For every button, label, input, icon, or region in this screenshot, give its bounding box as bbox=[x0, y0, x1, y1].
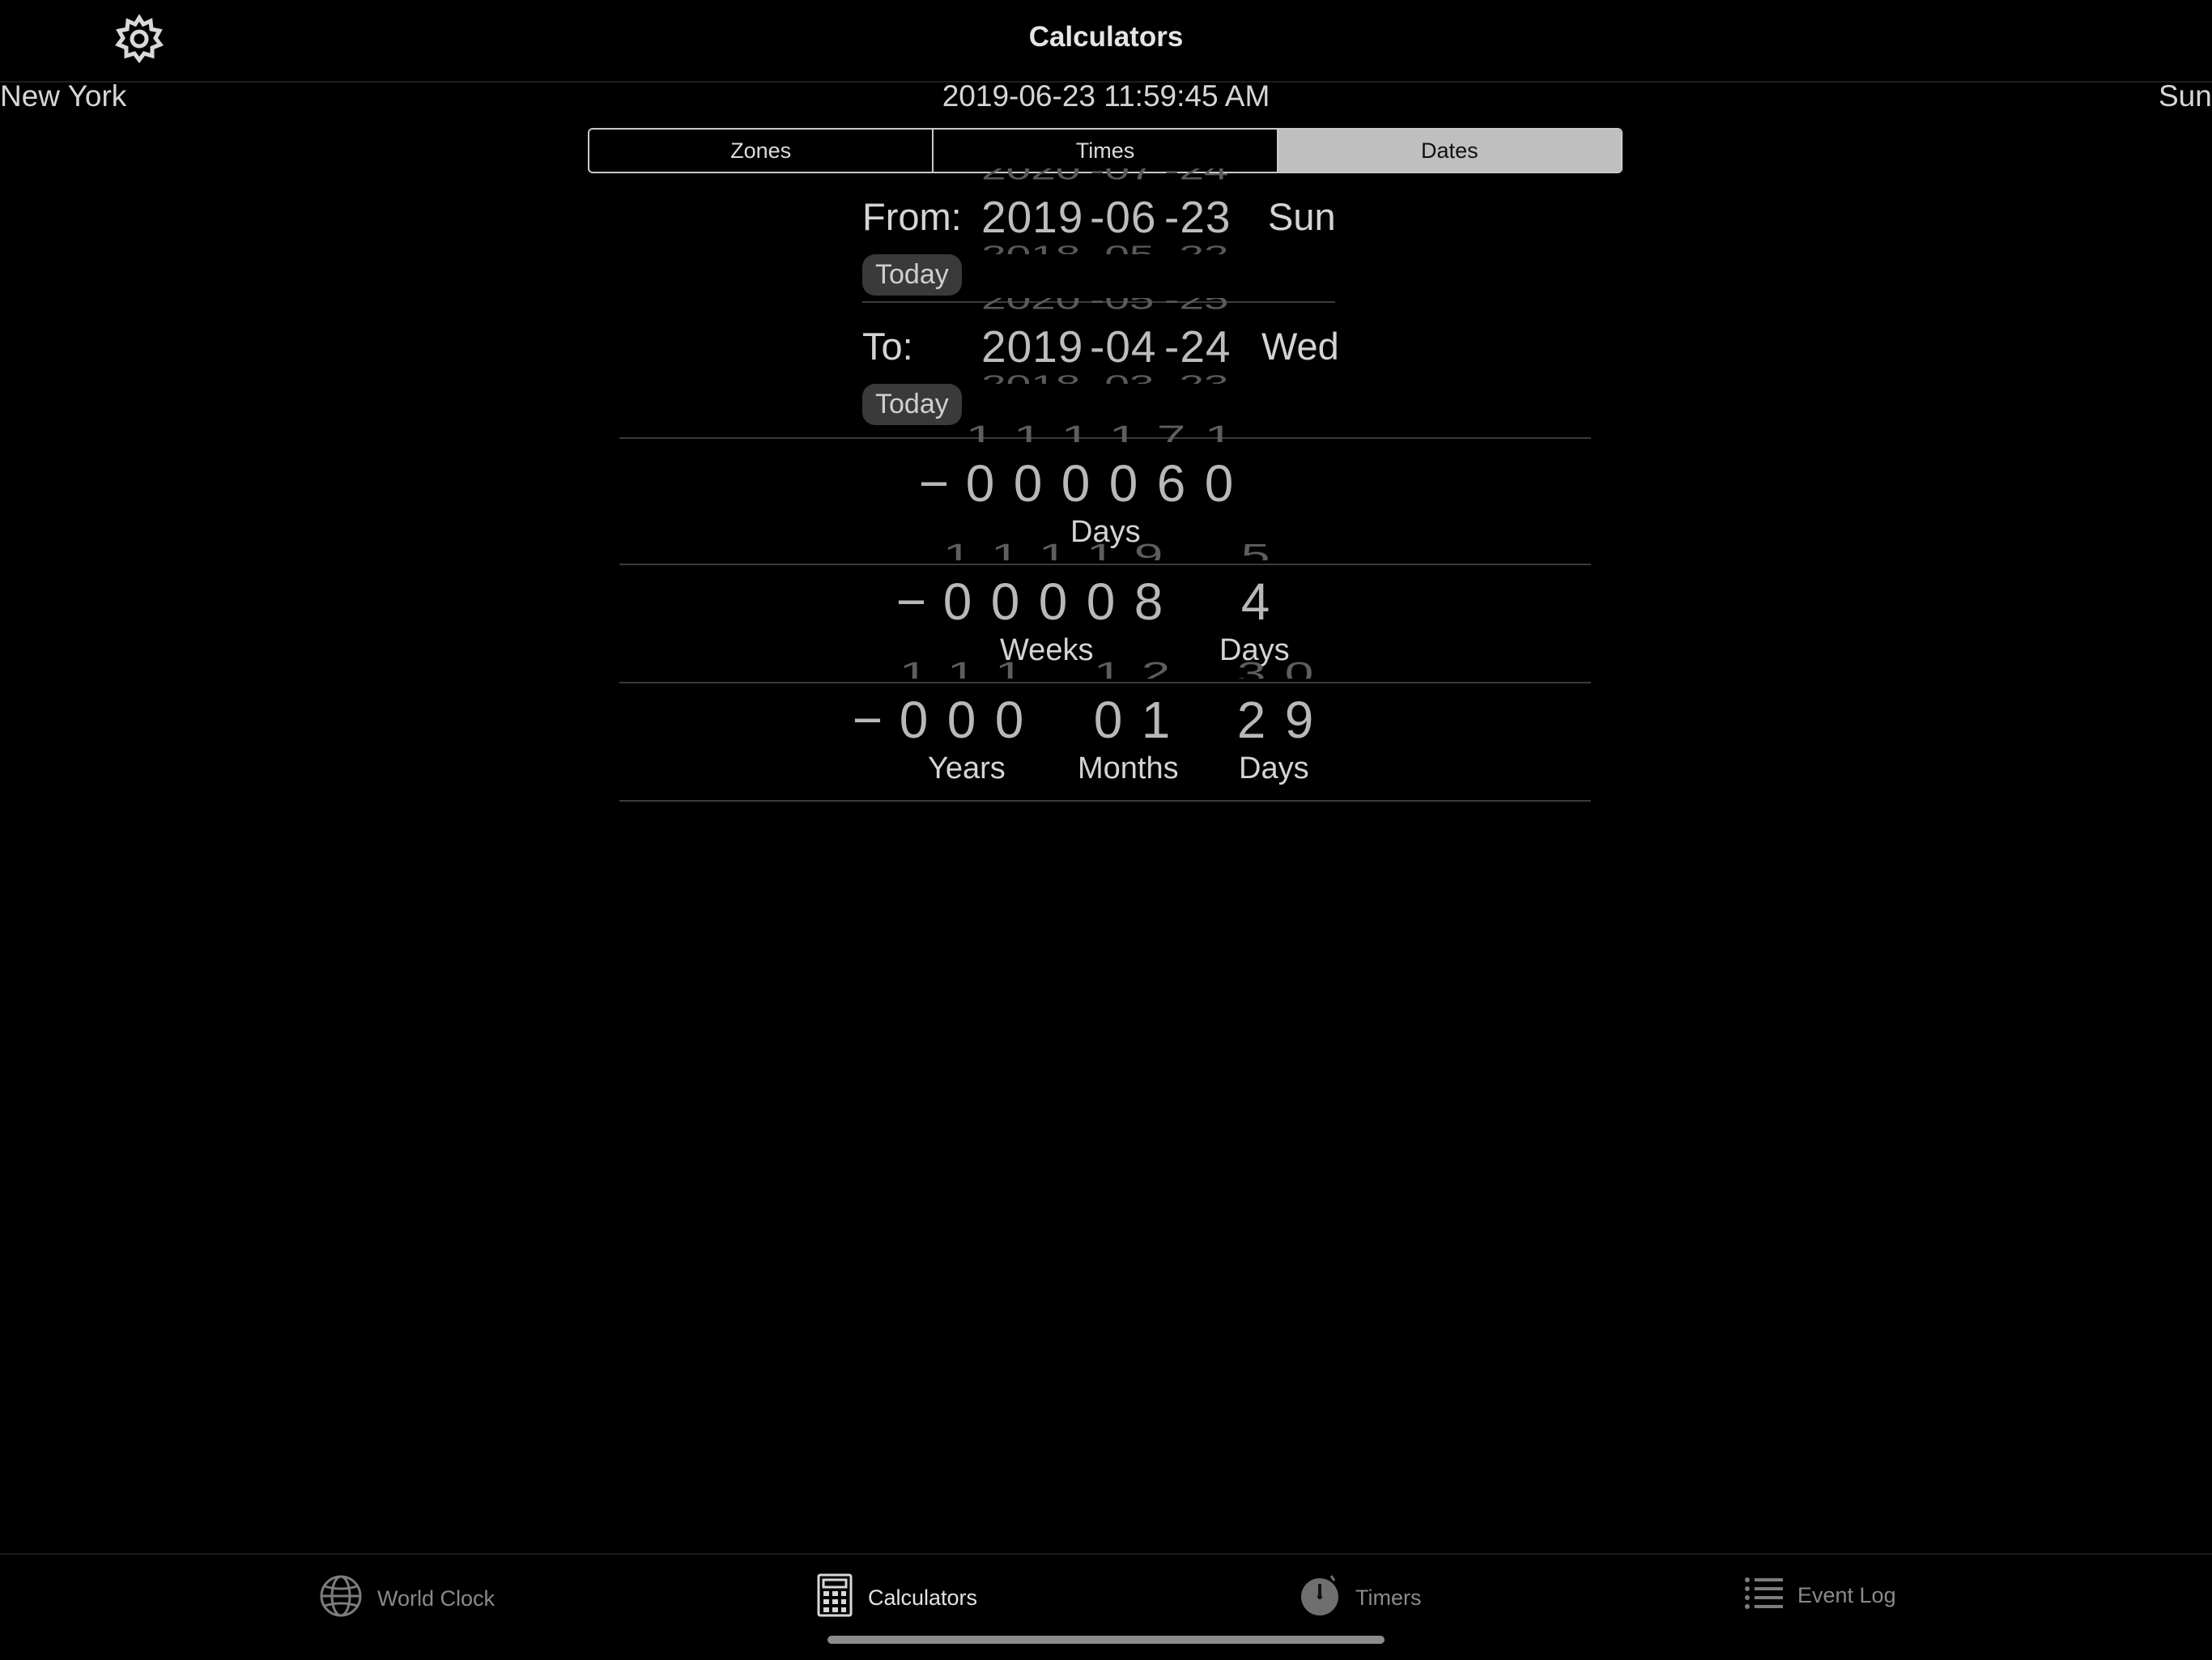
sign: − bbox=[918, 454, 950, 513]
digit-wheel[interactable]: 10 bbox=[981, 541, 1029, 632]
digit-wheel[interactable]: 10 bbox=[1100, 423, 1147, 513]
digit-wheel[interactable]: 10 bbox=[890, 659, 938, 750]
years-label: Years bbox=[928, 751, 1006, 785]
digit-wheel[interactable]: 10 bbox=[938, 659, 985, 750]
days-result[interactable]: − 10 10 10 10 76 10 bbox=[912, 423, 1243, 513]
home-indicator[interactable] bbox=[827, 1636, 1385, 1644]
page-title: Calculators bbox=[1028, 21, 1184, 53]
mode-segmented-control: Zones Times Dates bbox=[588, 128, 1623, 173]
tab-label: Calculators bbox=[868, 1586, 978, 1610]
digit-wheel[interactable]: 10 bbox=[934, 541, 981, 632]
digit-wheel[interactable]: 10 bbox=[1029, 541, 1077, 632]
from-month-above: -07 bbox=[1090, 168, 1155, 185]
years-result[interactable]: − 10 10 10 bbox=[845, 659, 1033, 750]
to-day-above: -25 bbox=[1164, 298, 1229, 315]
days-label: Days bbox=[1239, 751, 1309, 785]
tab-label: Event Log bbox=[1797, 1583, 1896, 1607]
digit-wheel[interactable]: 10 bbox=[1195, 423, 1243, 513]
current-datetime: 2019-06-23 11:59:45 AM bbox=[942, 79, 1270, 113]
digit-wheel[interactable]: 10 bbox=[1077, 541, 1125, 632]
to-today-button[interactable]: Today bbox=[862, 384, 962, 425]
weeks-remainder-days[interactable]: 54 bbox=[1231, 541, 1279, 632]
divider bbox=[619, 682, 1591, 683]
to-year-below: 2018 bbox=[981, 369, 1081, 384]
tab-event-log[interactable]: Event Log bbox=[1744, 1576, 1896, 1615]
digit-wheel[interactable]: 10 bbox=[1052, 423, 1100, 513]
to-date-picker[interactable]: 2020 -05 -25 2019 -04 -24 2018 -03 -23 bbox=[981, 298, 1232, 394]
tab-label: World Clock bbox=[377, 1586, 496, 1611]
tab-timers[interactable]: Timers bbox=[1299, 1573, 1422, 1624]
days-result-ymd[interactable]: 32 09 bbox=[1227, 659, 1323, 750]
from-day-below: -22 bbox=[1164, 240, 1229, 254]
digit-wheel[interactable]: 21 bbox=[1132, 659, 1180, 750]
divider bbox=[619, 564, 1591, 565]
digit-wheel[interactable]: 10 bbox=[1084, 659, 1132, 750]
from-date-picker[interactable]: 2020 -07 -24 2019 -06 -23 2018 -05 -22 bbox=[981, 168, 1232, 264]
globe-icon bbox=[319, 1574, 363, 1624]
months-label: Months bbox=[1078, 751, 1179, 785]
from-today-button[interactable]: Today bbox=[862, 254, 962, 296]
tab-world-clock[interactable]: World Clock bbox=[319, 1574, 495, 1624]
from-month-below: -05 bbox=[1090, 240, 1155, 254]
to-label: To: bbox=[862, 325, 913, 368]
digit-wheel[interactable]: 76 bbox=[1147, 423, 1195, 513]
segment-times[interactable]: Times bbox=[934, 130, 1278, 172]
sign: − bbox=[852, 691, 883, 749]
from-weekday: Sun bbox=[1268, 195, 1336, 238]
segment-dates[interactable]: Dates bbox=[1278, 130, 1621, 172]
segment-zones[interactable]: Zones bbox=[589, 130, 934, 172]
digit-wheel[interactable]: 32 bbox=[1227, 659, 1275, 750]
divider bbox=[619, 800, 1591, 802]
tab-label: Timers bbox=[1355, 1586, 1422, 1610]
digit-wheel[interactable]: 10 bbox=[1004, 423, 1052, 513]
from-year-above: 2020 bbox=[981, 168, 1081, 185]
to-month-above: -05 bbox=[1090, 298, 1155, 315]
to-day-below: -23 bbox=[1164, 369, 1229, 384]
current-weekday: Sun bbox=[2159, 79, 2212, 113]
to-weekday: Wed bbox=[1261, 325, 1339, 368]
digit-wheel[interactable]: 10 bbox=[985, 659, 1033, 750]
to-year-above: 2020 bbox=[981, 298, 1081, 315]
list-icon bbox=[1744, 1576, 1783, 1615]
sign: − bbox=[895, 572, 927, 631]
digit-wheel[interactable]: 54 bbox=[1231, 541, 1279, 632]
digit-wheel[interactable]: 98 bbox=[1125, 541, 1172, 632]
to-month-below: -03 bbox=[1090, 369, 1155, 384]
digit-wheel[interactable]: 10 bbox=[956, 423, 1004, 513]
stopwatch-icon bbox=[1299, 1573, 1341, 1624]
tab-calculators[interactable]: Calculators bbox=[816, 1573, 977, 1624]
weeks-result[interactable]: − 10 10 10 10 98 bbox=[889, 541, 1172, 632]
from-day-above: -24 bbox=[1164, 168, 1229, 185]
months-result[interactable]: 10 21 bbox=[1084, 659, 1180, 750]
from-label: From: bbox=[862, 195, 962, 238]
digit-wheel[interactable]: 09 bbox=[1275, 659, 1323, 750]
from-year-below: 2018 bbox=[981, 240, 1081, 254]
calculator-icon bbox=[816, 1573, 853, 1624]
